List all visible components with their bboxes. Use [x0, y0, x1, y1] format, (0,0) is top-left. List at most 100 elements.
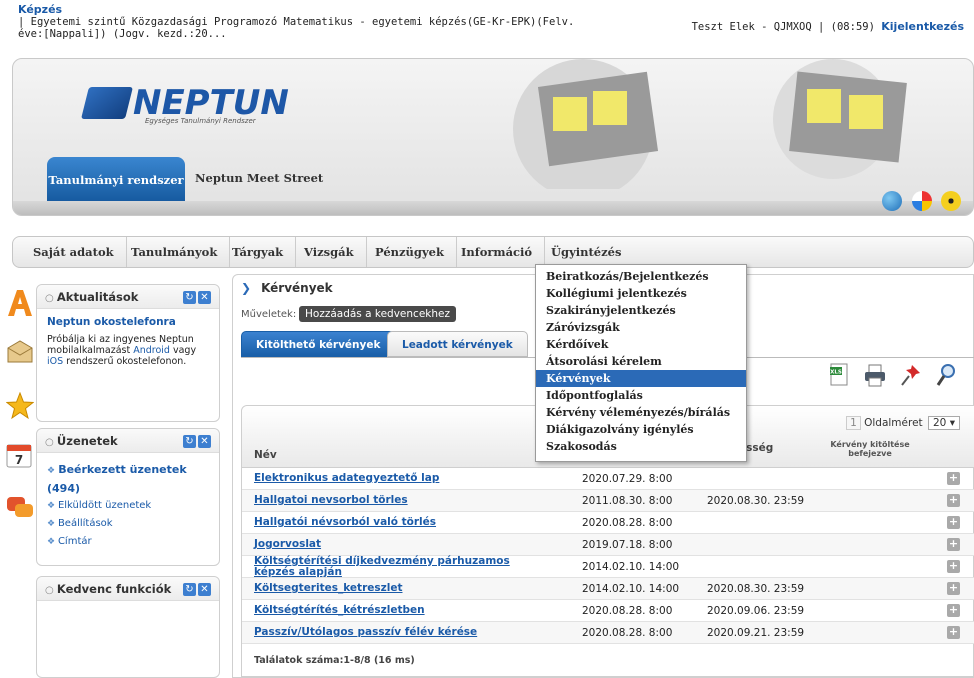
refresh-icon[interactable]: ↻	[183, 291, 196, 304]
calendar-icon[interactable]: 7	[6, 442, 34, 470]
close-icon[interactable]: ✕	[198, 291, 211, 304]
table-row: Költsegterites_ketreszlet 2014.02.10. 14:…	[242, 578, 974, 600]
expand-icon[interactable]: +	[947, 582, 960, 595]
favorites-widget-title: Kedvenc funkciók	[45, 582, 171, 596]
main-menu: Saját adatok Tanulmányok Tárgyak Vizsgák…	[12, 236, 974, 268]
svg-text:7: 7	[15, 453, 23, 467]
expand-icon[interactable]: +	[947, 604, 960, 617]
menu-targyak[interactable]: Tárgyak	[220, 237, 297, 267]
pager: 1 Oldalméret 20 ▾	[846, 416, 960, 430]
messages-widget-title: Üzenetek	[45, 434, 118, 448]
globe-icon[interactable]	[882, 191, 902, 211]
android-link[interactable]: Android	[133, 345, 170, 356]
menu-vizsgak[interactable]: Vizsgák	[292, 237, 367, 267]
column-name[interactable]: Név	[254, 449, 277, 461]
menu-penzugyek[interactable]: Pénzügyek	[363, 237, 457, 267]
svg-text:XLS: XLS	[830, 370, 842, 376]
print-icon[interactable]	[864, 363, 886, 387]
banner-footer	[13, 201, 973, 215]
excel-export-icon[interactable]: XLS	[829, 363, 851, 387]
menu-ugyintezes[interactable]: Ügyintézés	[539, 237, 633, 267]
letter-a-icon[interactable]	[6, 288, 34, 316]
refresh-icon[interactable]: ↻	[183, 583, 196, 596]
banner-icons	[876, 191, 961, 214]
request-link[interactable]: Költségtérítési díjkedvezmény párhuzamos…	[254, 556, 554, 578]
expand-icon[interactable]: +	[947, 538, 960, 551]
expand-icon[interactable]: +	[947, 560, 960, 573]
tab-neptun-meet-street[interactable]: Neptun Meet Street	[195, 171, 323, 185]
neptun-logo-icon	[81, 87, 133, 119]
inbox-link[interactable]: Beérkezett üzenetek (494)	[47, 461, 209, 497]
star-icon[interactable]	[5, 391, 35, 420]
sent-messages-link[interactable]: Elküldött üzenetek	[47, 497, 209, 515]
menu-informacio[interactable]: Információ	[449, 237, 546, 267]
tab-submitted-requests[interactable]: Leadott kérvények	[387, 331, 528, 357]
news-widget-header: Aktualitások ↻✕	[37, 285, 219, 309]
settings-link[interactable]: Beállítások	[47, 515, 209, 533]
menu-tanulmanyok[interactable]: Tanulmányok	[119, 237, 231, 267]
start-date: 2014.02.10. 14:00	[582, 583, 680, 595]
close-icon[interactable]: ✕	[198, 435, 211, 448]
dropdown-item-diakigazolvany[interactable]: Diákigazolvány igénylés	[536, 421, 746, 438]
menu-sajat-adatok[interactable]: Saját adatok	[21, 237, 127, 267]
dropdown-item-idopontfoglalas[interactable]: Időpontfoglalás	[536, 387, 746, 404]
dropdown-item-zarovizsgak[interactable]: Záróvizsgák	[536, 319, 746, 336]
pin-icon[interactable]	[900, 363, 922, 387]
page-number[interactable]: 1	[846, 416, 861, 430]
training-info: | Egyetemi szintű Közgazdasági Programoz…	[18, 16, 575, 40]
page-size-select[interactable]: 20 ▾	[928, 416, 960, 430]
request-link[interactable]: Hallgatoi nevsorbol törles	[254, 495, 554, 506]
user-bar: Teszt Elek - QJMXOQ | (08:59) Kijelentke…	[692, 20, 964, 33]
expand-icon[interactable]: +	[947, 472, 960, 485]
tab-tanulmanyi-rendszer[interactable]: Tanulmányi rendszer	[47, 157, 185, 215]
separator: |	[818, 21, 825, 33]
request-link[interactable]: Költsegterites_ketreszlet	[254, 583, 554, 594]
table-row: Hallgatoi nevsorbol törles 2011.08.30. 8:…	[242, 490, 974, 512]
actions-label: Műveletek:	[241, 309, 297, 320]
expand-icon[interactable]: +	[947, 626, 960, 639]
radiation-icon[interactable]	[941, 191, 961, 211]
table-body: Elektronikus adategyeztető lap 2020.07.29…	[242, 468, 974, 644]
end-date: 2020.08.30. 23:59	[707, 495, 805, 507]
breadcrumb-link[interactable]: Képzés	[18, 3, 62, 16]
end-date: 2020.08.30. 23:59	[707, 583, 805, 595]
column-completed[interactable]: Kérvény kitöltése befejezve	[822, 440, 918, 458]
dropdown-item-kervenyek[interactable]: Kérvények	[536, 370, 746, 387]
add-to-favorites-button[interactable]: Hozzáadás a kedvencekhez	[299, 306, 456, 322]
dropdown-item-szakirany[interactable]: Szakirányjelentkezés	[536, 302, 746, 319]
dropdown-item-beiratkozas[interactable]: Beiratkozás/Bejelentkezés	[536, 268, 746, 285]
envelope-icon[interactable]	[6, 340, 34, 368]
results-count: Találatok száma:1-8/8 (16 ms)	[254, 655, 415, 666]
logout-link[interactable]: Kijelentkezés	[881, 20, 964, 33]
news-widget-title: Aktualitások	[45, 290, 139, 304]
dropdown-item-szakosodas[interactable]: Szakosodás	[536, 438, 746, 455]
expand-icon[interactable]: +	[947, 494, 960, 507]
news-headline[interactable]: Neptun okostelefonra	[47, 317, 209, 328]
close-icon[interactable]: ✕	[198, 583, 211, 596]
toolbar: XLS	[819, 363, 958, 387]
request-link[interactable]: Hallgatói névsorból való törlés	[254, 517, 554, 528]
logo-text: NEPTUN	[133, 83, 289, 123]
request-link[interactable]: Elektronikus adategyeztető lap	[254, 473, 554, 484]
refresh-icon[interactable]: ↻	[183, 435, 196, 448]
search-icon[interactable]	[935, 363, 957, 387]
dropdown-item-kerveny-velemenyezes[interactable]: Kérvény véleményezés/bírálás	[536, 404, 746, 421]
ios-link[interactable]: iOS	[47, 356, 63, 367]
color-wheel-icon[interactable]	[911, 191, 932, 211]
tab-fillable-requests[interactable]: Kitölthető kérvények	[241, 331, 396, 357]
banner-decoration	[513, 59, 907, 189]
neptun-logo: NEPTUN Egységes Tanulmányi Rendszer	[81, 83, 289, 125]
request-link[interactable]: Jogorvoslat	[254, 539, 554, 550]
request-link[interactable]: Passzív/Utólagos passzív félév kérése	[254, 627, 554, 638]
dropdown-item-atsorolasi[interactable]: Átsorolási kérelem	[536, 353, 746, 370]
start-date: 2014.02.10. 14:00	[582, 561, 680, 573]
session-timer: (08:59)	[830, 21, 875, 33]
chat-bubbles-icon[interactable]	[6, 494, 34, 522]
request-link[interactable]: Költségtérítés_kétrészletben	[254, 605, 554, 616]
directory-link[interactable]: Címtár	[47, 533, 209, 551]
favorites-widget-header: Kedvenc funkciók ↻✕	[37, 577, 219, 601]
dropdown-item-kerdoivek[interactable]: Kérdőívek	[536, 336, 746, 353]
expand-icon[interactable]: +	[947, 516, 960, 529]
start-date: 2020.07.29. 8:00	[582, 473, 673, 485]
dropdown-item-kollegiumi[interactable]: Kollégiumi jelentkezés	[536, 285, 746, 302]
